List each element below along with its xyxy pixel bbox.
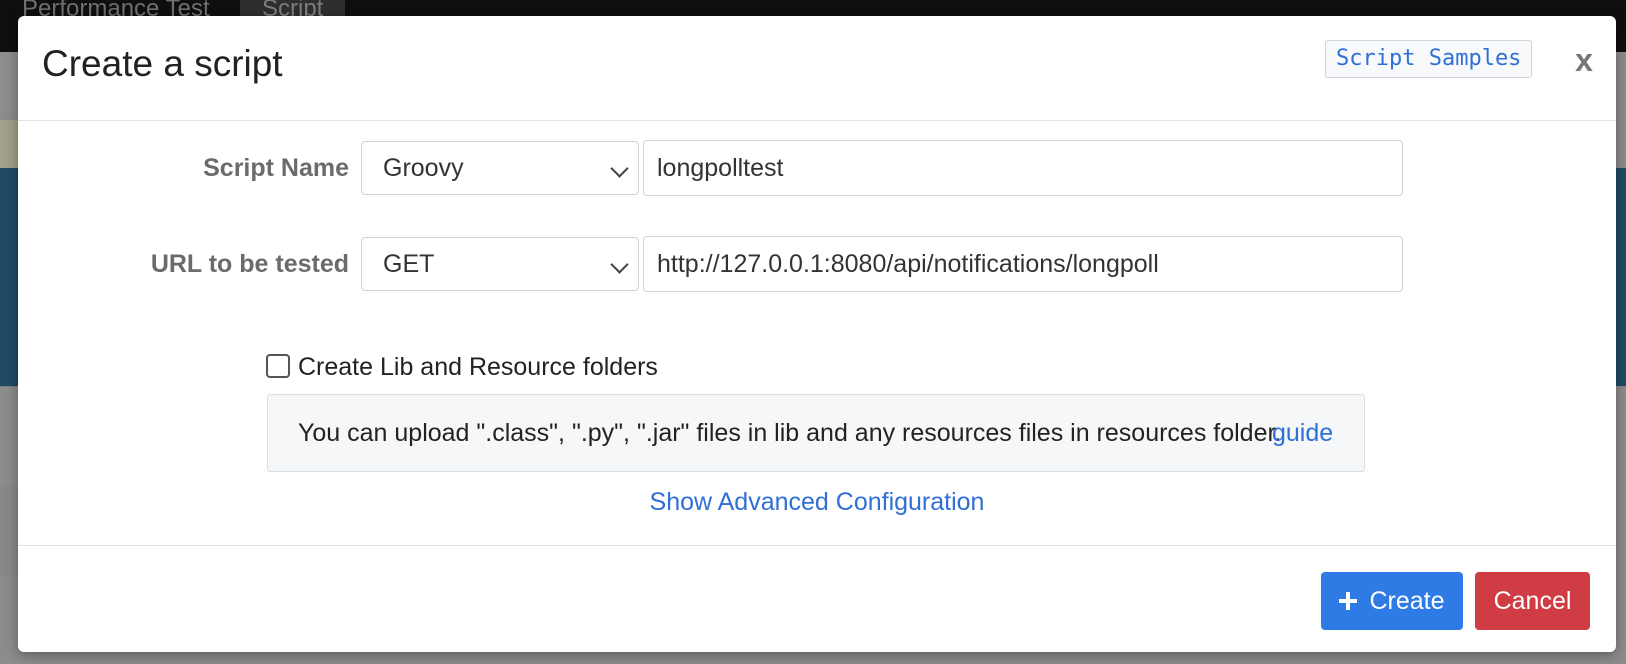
url-input[interactable] xyxy=(643,236,1403,292)
script-name-input[interactable] xyxy=(643,140,1403,196)
http-method-select[interactable]: GET xyxy=(361,237,639,291)
show-advanced-configuration-text[interactable]: Show Advanced Configuration xyxy=(650,488,985,516)
plus-icon xyxy=(1339,592,1358,610)
close-icon[interactable]: x xyxy=(1569,40,1599,80)
http-method-value: GET xyxy=(383,250,435,278)
show-advanced-configuration-link: Show Advanced Configuration xyxy=(18,488,1616,517)
create-button-label: Create xyxy=(1369,587,1445,615)
create-lib-checkbox[interactable] xyxy=(266,354,290,378)
create-lib-label[interactable]: Create Lib and Resource folders xyxy=(298,353,658,382)
upload-info-box: You can upload ".class", ".py", ".jar" f… xyxy=(267,394,1365,472)
dialog-body: Script Name Groovy URL to be tested GET … xyxy=(18,121,1616,562)
cancel-button[interactable]: Cancel xyxy=(1475,572,1590,630)
upload-info-text: You can upload ".class", ".py", ".jar" f… xyxy=(298,419,1282,447)
url-label: URL to be tested xyxy=(150,250,349,278)
dialog-title: Create a script xyxy=(42,43,283,84)
dialog-header: Create a script Script Samples x xyxy=(18,16,1616,121)
create-button[interactable]: Create xyxy=(1321,572,1463,630)
create-script-dialog: Create a script Script Samples x Script … xyxy=(18,16,1616,652)
dialog-footer: Create Cancel xyxy=(18,545,1616,653)
script-type-value: Groovy xyxy=(383,154,464,182)
guide-link[interactable]: guide xyxy=(1272,419,1333,448)
script-samples-button[interactable]: Script Samples xyxy=(1325,40,1533,78)
script-type-select[interactable]: Groovy xyxy=(361,141,639,195)
chevron-down-icon xyxy=(610,159,629,178)
script-name-label: Script Name xyxy=(203,154,349,182)
chevron-down-icon xyxy=(610,255,629,274)
